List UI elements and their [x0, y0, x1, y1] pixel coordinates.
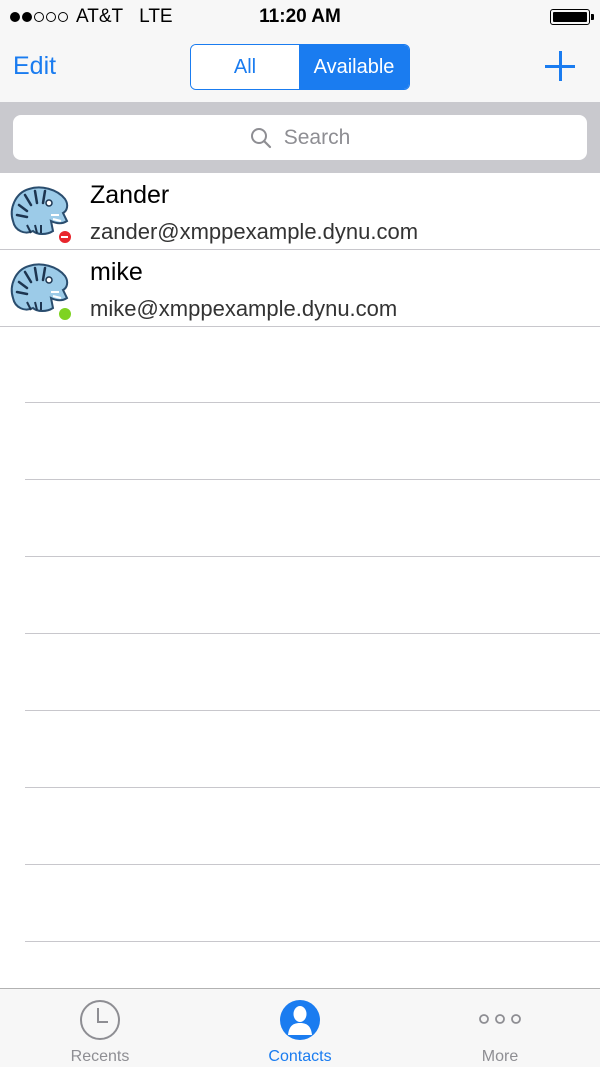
search-placeholder: Search: [283, 125, 351, 149]
search-icon: [250, 127, 271, 148]
contact-row[interactable]: mike mike@xmppexample.dynu.com: [0, 250, 600, 327]
busy-status-icon: [58, 230, 72, 244]
ellipsis-icon: [479, 1014, 521, 1024]
search-area: Search: [0, 102, 600, 173]
tab-label: Contacts: [268, 1048, 332, 1065]
tab-label: Recents: [70, 1048, 130, 1065]
empty-row: [25, 557, 600, 634]
contact-list: Zander zander@xmppexample.dynu.com mike …: [0, 173, 600, 327]
tab-contacts[interactable]: Contacts: [200, 989, 400, 1067]
tab-more[interactable]: More: [400, 989, 600, 1067]
empty-row: [25, 711, 600, 788]
empty-row: [25, 480, 600, 557]
tab-label: More: [481, 1048, 519, 1065]
presence-filter-control: All Available: [190, 44, 410, 90]
empty-row: [25, 326, 600, 403]
empty-row: [25, 403, 600, 480]
empty-row: [25, 634, 600, 711]
empty-row: [25, 788, 600, 865]
tab-recents[interactable]: Recents: [0, 989, 200, 1067]
contact-jid: mike@xmppexample.dynu.com: [90, 296, 398, 321]
status-bar: AT&T LTE 11:20 AM: [0, 0, 600, 34]
battery-icon: [550, 9, 594, 25]
person-icon: [280, 1000, 320, 1040]
online-status-icon: [58, 307, 72, 321]
search-input[interactable]: Search: [13, 115, 587, 160]
segment-all[interactable]: All: [191, 45, 299, 89]
empty-list-rows: [25, 326, 600, 942]
contact-name: Zander: [90, 181, 170, 209]
status-time: 11:20 AM: [259, 6, 341, 27]
empty-row: [25, 865, 600, 942]
add-contact-button[interactable]: [543, 49, 577, 83]
navigation-bar: Edit All Available: [0, 34, 600, 102]
edit-button[interactable]: Edit: [13, 52, 56, 81]
contact-name: mike: [90, 258, 143, 286]
clock-icon: [80, 1000, 120, 1040]
tab-bar: Recents Contacts More: [0, 988, 600, 1067]
contact-jid: zander@xmppexample.dynu.com: [90, 219, 419, 244]
segment-available[interactable]: Available: [299, 45, 409, 89]
contact-row[interactable]: Zander zander@xmppexample.dynu.com: [0, 173, 600, 250]
